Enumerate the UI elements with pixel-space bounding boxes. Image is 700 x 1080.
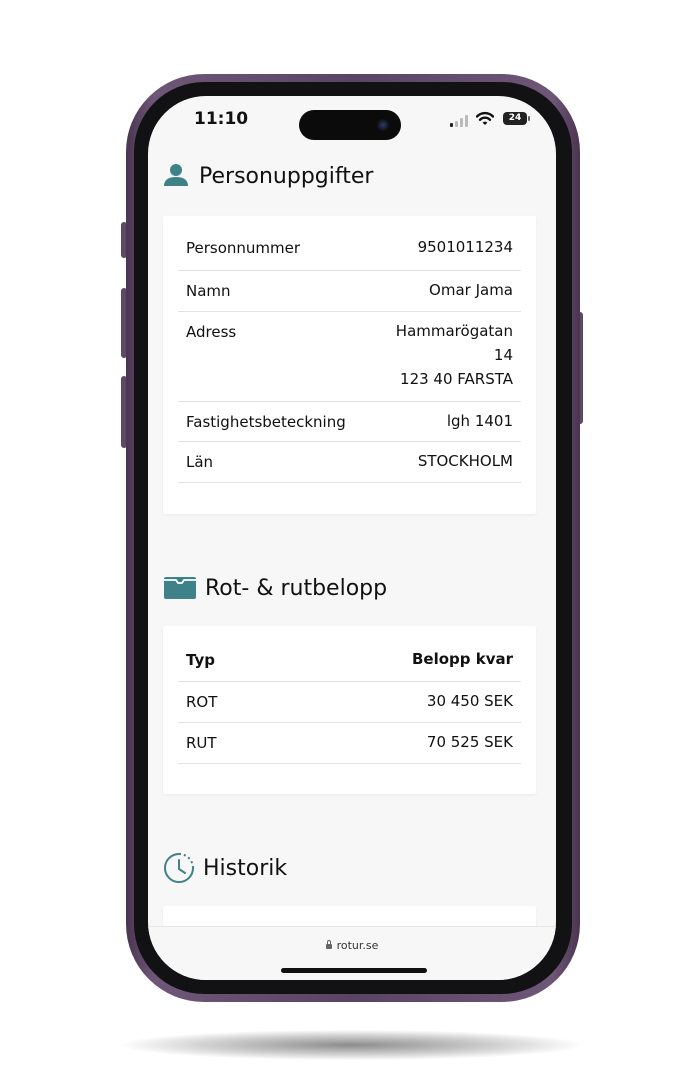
address-bar[interactable]: rotur.se (148, 939, 556, 952)
row-label: Län (186, 453, 214, 471)
wifi-icon (476, 111, 494, 125)
row-value: Omar Jama (429, 281, 513, 299)
phone-screen: 11:10 24 Personuppgifter Personnummer 95… (148, 96, 556, 980)
camera-icon (377, 119, 389, 131)
row-amount: 30 450 SEK (426, 692, 513, 710)
url-text: rotur.se (336, 939, 379, 952)
section-title-rot: Rot- & rutbelopp (205, 575, 388, 601)
battery-icon: 24 (503, 112, 530, 125)
table-row: ROT 30 450 SEK (178, 682, 521, 723)
dynamic-island (299, 110, 401, 140)
row-label: Adress (186, 323, 237, 341)
table-row: Län STOCKHOLM (178, 442, 521, 483)
rot-section-header: Rot- & rutbelopp (163, 574, 387, 602)
personal-section-header: Personuppgifter (163, 162, 373, 190)
history-section-header: Historik (163, 852, 287, 884)
row-value: STOCKHOLM (417, 452, 513, 470)
status-time: 11:10 (194, 109, 249, 129)
cellular-signal-icon (450, 115, 470, 127)
table-header-row: Typ Belopp kvar (178, 640, 521, 682)
personal-card: Personnummer 9501011234 Namn Omar Jama A… (163, 216, 536, 514)
phone-shadow (122, 1030, 580, 1060)
row-value: Hammarögatan 14 123 40 FARSTA (395, 322, 513, 388)
row-label: Fastighetsbeteckning (186, 413, 346, 431)
table-row: Personnummer 9501011234 (178, 228, 521, 271)
home-indicator[interactable] (281, 968, 427, 973)
row-label: Personnummer (186, 239, 301, 257)
lock-icon (325, 940, 332, 949)
table-row: Adress Hammarögatan 14 123 40 FARSTA (178, 312, 521, 402)
table-row: Fastighetsbeteckning lgh 1401 (178, 402, 521, 442)
table-row: RUT 70 525 SEK (178, 723, 521, 764)
wallet-icon (164, 577, 196, 599)
clock-history-icon (164, 853, 194, 883)
row-label: Namn (186, 282, 231, 300)
column-header-amount: Belopp kvar (411, 650, 513, 668)
rot-card: Typ Belopp kvar ROT 30 450 SEK RUT 70 52… (163, 626, 536, 794)
browser-bottom-bar: rotur.se (148, 926, 556, 980)
row-type: ROT (186, 693, 218, 711)
row-value: lgh 1401 (446, 412, 513, 430)
row-value: 9501011234 (417, 238, 513, 256)
row-amount: 70 525 SEK (426, 733, 513, 751)
section-title-personal: Personuppgifter (199, 163, 374, 189)
row-type: RUT (186, 734, 217, 752)
section-title-history: Historik (203, 855, 288, 881)
table-row: Namn Omar Jama (178, 271, 521, 312)
person-icon (164, 164, 188, 186)
column-header-type: Typ (186, 651, 215, 669)
